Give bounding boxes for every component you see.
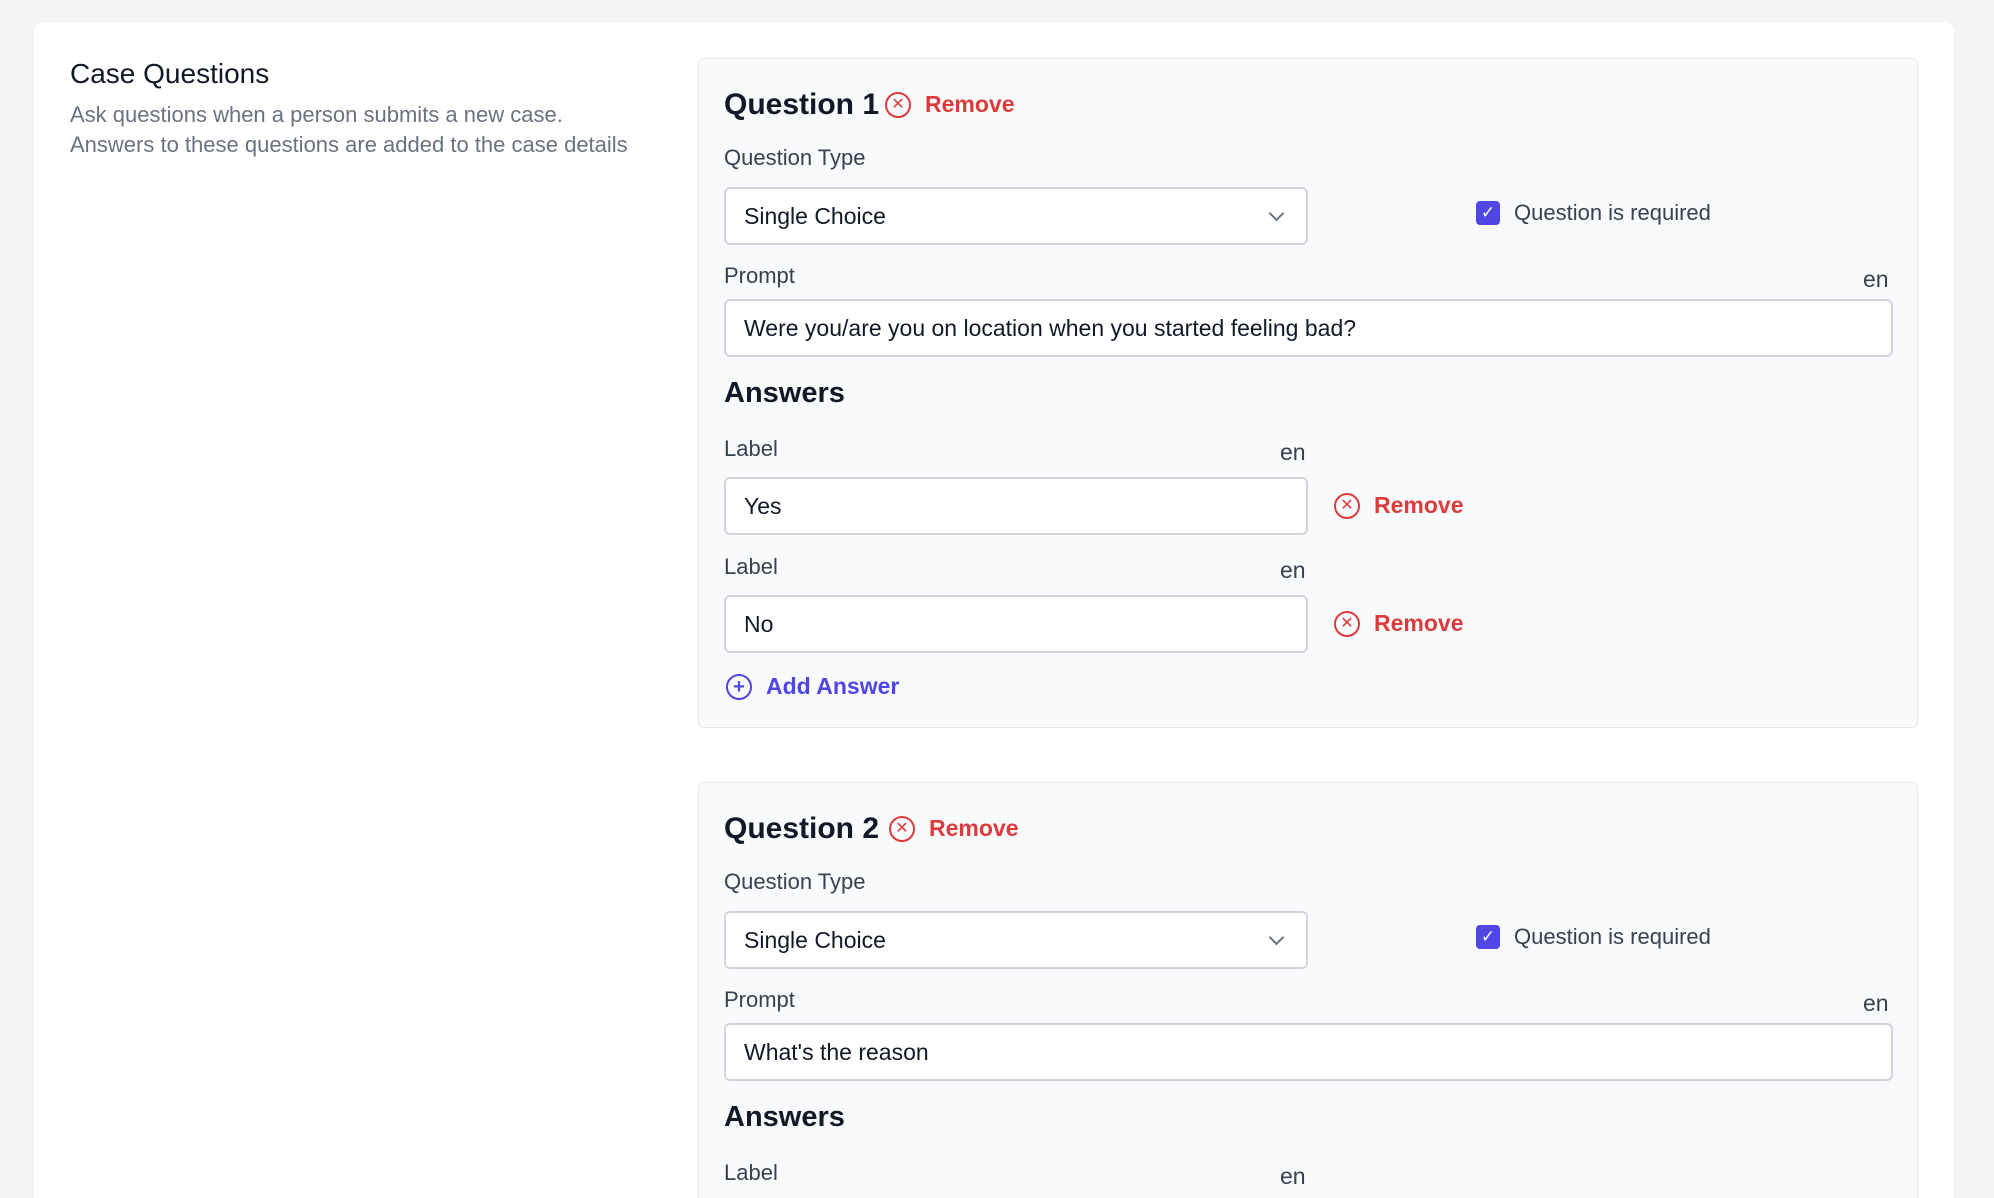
remove-answer-button[interactable]: ✕ Remove <box>1334 610 1463 637</box>
required-checkbox[interactable]: ✓ Question is required <box>1476 200 1711 226</box>
remove-question-button[interactable]: ✕ Remove <box>885 91 1014 118</box>
answer-value: Yes <box>744 492 782 519</box>
prompt-value: Were you/are you on location when you st… <box>744 314 1357 341</box>
remove-label: Remove <box>1374 610 1464 636</box>
prompt-lang: en <box>1863 266 1889 292</box>
question-type-label: Question Type <box>724 869 866 894</box>
x-circle-icon: ✕ <box>1334 610 1360 637</box>
answer-input[interactable]: Yes <box>724 477 1308 535</box>
plus-circle-icon: + <box>726 673 752 700</box>
prompt-input[interactable]: What's the reason <box>724 1023 1893 1081</box>
section-description: Ask questions when a person submits a ne… <box>70 102 628 157</box>
answer-value: No <box>744 610 774 637</box>
remove-answer-button[interactable]: ✕ Remove <box>1334 492 1463 519</box>
answer-lang: en <box>1280 1163 1306 1189</box>
check-icon: ✓ <box>1476 925 1500 949</box>
remove-label: Remove <box>925 91 1015 117</box>
add-answer-button[interactable]: + Add Answer <box>726 673 899 700</box>
question-type-value: Single Choice <box>744 926 886 953</box>
question-type-select[interactable]: Single Choice <box>724 911 1308 969</box>
question-type-select[interactable]: Single Choice <box>724 187 1308 245</box>
prompt-label: Prompt <box>724 987 795 1012</box>
required-checkbox[interactable]: ✓ Question is required <box>1476 924 1711 950</box>
question-type-label: Question Type <box>724 145 866 170</box>
question-card-1: Question 1 ✕ Remove Question Type Single… <box>698 58 1918 728</box>
answer-label: Label <box>724 436 778 461</box>
prompt-lang: en <box>1863 990 1889 1016</box>
answer-lang: en <box>1280 439 1306 465</box>
answer-lang: en <box>1280 557 1306 583</box>
x-circle-icon: ✕ <box>1334 492 1360 519</box>
add-answer-label: Add Answer <box>766 673 900 699</box>
x-circle-icon: ✕ <box>889 815 915 842</box>
answers-title: Answers <box>724 377 845 409</box>
prompt-input[interactable]: Were you/are you on location when you st… <box>724 299 1893 357</box>
remove-label: Remove <box>1374 492 1464 518</box>
section-title: Case Questions <box>70 58 270 89</box>
prompt-label: Prompt <box>724 263 795 288</box>
prompt-value: What's the reason <box>744 1038 929 1065</box>
chevron-down-icon <box>1268 929 1285 945</box>
chevron-down-icon <box>1268 205 1285 221</box>
x-circle-icon: ✕ <box>885 91 911 118</box>
required-label: Question is required <box>1514 924 1711 949</box>
answer-label: Label <box>724 554 778 579</box>
remove-label: Remove <box>929 815 1019 841</box>
question-type-value: Single Choice <box>744 202 886 229</box>
answer-input[interactable]: No <box>724 595 1308 653</box>
check-icon: ✓ <box>1476 201 1500 225</box>
answers-title: Answers <box>724 1101 845 1133</box>
question-card-2: Question 2 ✕ Remove Question Type Single… <box>698 782 1918 1198</box>
question-heading: Question 2 <box>724 812 880 845</box>
required-label: Question is required <box>1514 200 1711 225</box>
question-heading: Question 1 <box>724 88 880 121</box>
answer-label: Label <box>724 1160 778 1185</box>
remove-question-button[interactable]: ✕ Remove <box>889 815 1018 842</box>
